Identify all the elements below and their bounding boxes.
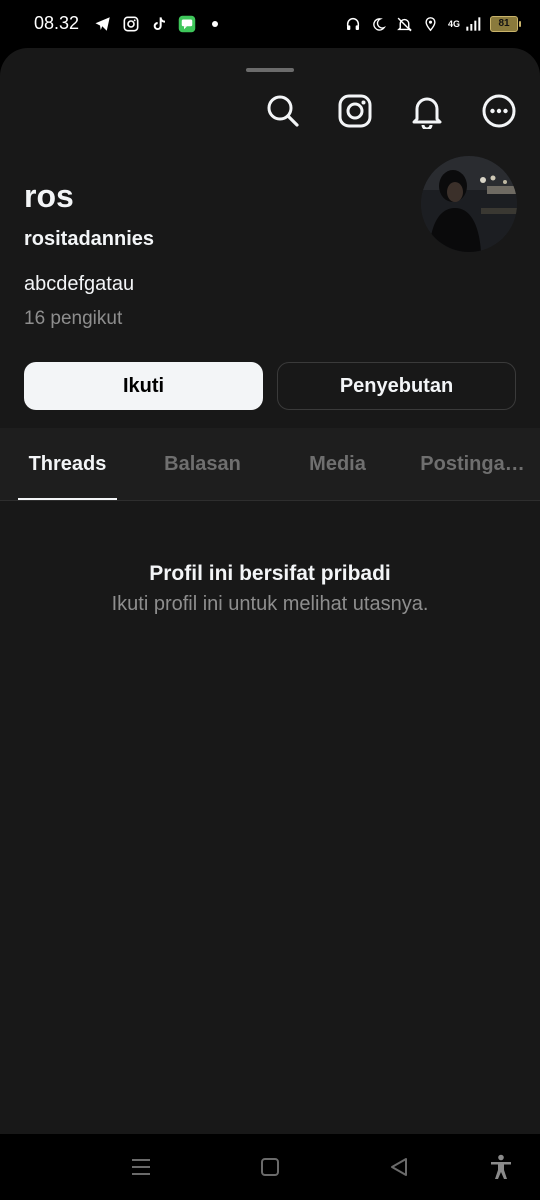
recents-button[interactable] — [126, 1152, 156, 1182]
profile-bio: abcdefgatau — [24, 273, 135, 295]
back-button[interactable] — [384, 1152, 414, 1182]
active-tab-indicator — [18, 498, 117, 500]
mention-button[interactable]: Penyebutan — [277, 362, 516, 410]
system-icons: 4G 81 — [344, 14, 521, 34]
moon-icon — [370, 15, 388, 33]
instagram-button[interactable] — [336, 92, 374, 130]
profile-name: ros — [24, 178, 74, 214]
tab-replies[interactable]: Balasan — [135, 428, 270, 500]
tiktok-icon — [150, 15, 168, 33]
profile-sheet: ros rositadannies abcdefgatau 16 pengiku… — [0, 48, 540, 1134]
instagram-icon — [122, 15, 140, 33]
top-actions — [264, 92, 518, 130]
accessibility-button[interactable] — [486, 1152, 516, 1182]
home-icon — [261, 1158, 279, 1176]
status-bar: 08.32 4G 81 — [0, 0, 540, 48]
avatar[interactable] — [421, 156, 517, 252]
message-app-icon — [178, 15, 196, 33]
dot-icon — [206, 15, 224, 33]
battery-icon: 81 — [490, 16, 521, 32]
notifications-button[interactable] — [408, 92, 446, 130]
home-button[interactable] — [255, 1152, 285, 1182]
search-button[interactable] — [264, 92, 302, 130]
mute-icon — [396, 15, 414, 33]
more-options-button[interactable] — [480, 92, 518, 130]
headphones-icon — [344, 15, 362, 33]
more-icon — [482, 94, 516, 128]
instagram-icon — [338, 94, 372, 128]
system-navigation-bar — [0, 1134, 540, 1200]
profile-tabs: Threads Balasan Media Postinga… — [0, 428, 540, 501]
profile-username: rositadannies — [24, 228, 155, 250]
telegram-icon — [94, 15, 112, 33]
tab-media[interactable]: Media — [270, 428, 405, 500]
location-icon — [422, 15, 440, 33]
back-icon — [391, 1158, 407, 1176]
network-label: 4G — [447, 19, 460, 29]
tab-threads[interactable]: Threads — [0, 428, 135, 500]
private-profile-title: Profil ini bersifat pribadi — [149, 562, 391, 585]
avatar-photo — [421, 156, 517, 252]
notification-icons — [94, 14, 224, 34]
recents-icon — [132, 1159, 150, 1175]
accessibility-icon — [491, 1154, 511, 1179]
follow-button[interactable]: Ikuti — [24, 362, 263, 410]
tab-reposts[interactable]: Postinga… — [405, 428, 540, 500]
status-time: 08.32 — [34, 13, 80, 33]
drag-handle[interactable] — [246, 68, 294, 72]
followers-count[interactable]: 16 pengikut — [24, 308, 122, 330]
private-profile-subtitle: Ikuti profil ini untuk melihat utasnya. — [111, 593, 429, 615]
search-icon — [267, 95, 299, 127]
bell-icon — [412, 97, 442, 129]
signal-icon — [464, 15, 482, 33]
